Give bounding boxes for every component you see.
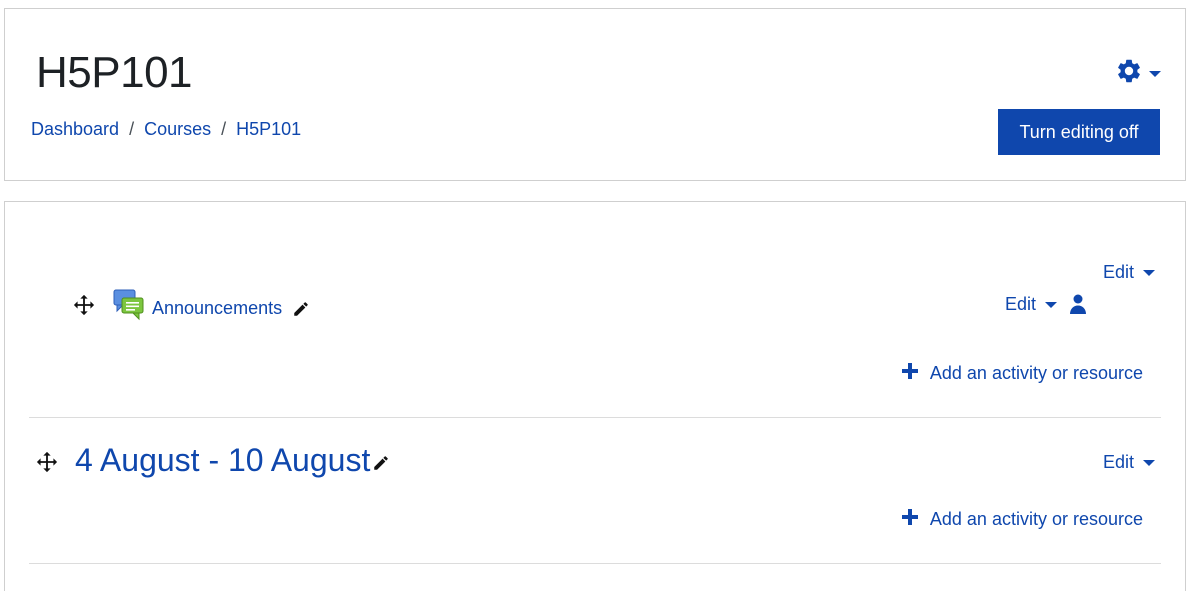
edit-label: Edit — [1102, 262, 1134, 282]
breadcrumb-separator: / — [221, 119, 227, 139]
add-activity-button[interactable]: Add an activity or resource — [901, 509, 1143, 530]
plus-icon — [901, 363, 918, 384]
pencil-icon[interactable] — [292, 300, 310, 323]
course-actions-menu[interactable] — [1115, 57, 1161, 90]
chevron-down-icon — [1143, 269, 1155, 276]
chevron-down-icon — [1045, 301, 1057, 308]
activity-edit-menu[interactable]: Edit — [1005, 294, 1057, 315]
pencil-icon[interactable] — [372, 454, 390, 477]
section-divider — [29, 417, 1161, 418]
add-activity-label: Add an activity or resource — [929, 363, 1143, 383]
chevron-down-icon — [1149, 70, 1161, 77]
user-icon[interactable] — [1069, 294, 1087, 319]
section-edit-menu[interactable]: Edit — [1103, 452, 1155, 473]
gear-icon — [1115, 57, 1143, 90]
section-edit-menu[interactable]: Edit — [1103, 262, 1155, 283]
add-activity-button[interactable]: Add an activity or resource — [901, 363, 1143, 384]
move-icon[interactable] — [73, 294, 95, 321]
breadcrumb: Dashboard / Courses / H5P101 — [31, 119, 301, 140]
add-activity-label: Add an activity or resource — [929, 509, 1143, 529]
edit-label: Edit — [1004, 294, 1036, 314]
chevron-down-icon — [1143, 459, 1155, 466]
move-icon[interactable] — [36, 451, 58, 478]
page-title: H5P101 — [36, 48, 193, 97]
section-title[interactable]: 4 August - 10 August — [75, 442, 370, 479]
plus-icon — [901, 509, 918, 530]
breadcrumb-courses[interactable]: Courses — [144, 119, 211, 140]
breadcrumb-course[interactable]: H5P101 — [236, 119, 301, 140]
forum-icon — [113, 289, 145, 326]
course-content: Edit Announcements Edit Add an activity … — [4, 201, 1186, 591]
activity-link-announcements[interactable]: Announcements — [152, 298, 282, 319]
section-divider — [29, 563, 1161, 564]
turn-editing-off-button[interactable]: Turn editing off — [998, 109, 1160, 155]
course-header: H5P101 Dashboard / Courses / H5P101 Turn… — [4, 8, 1186, 181]
edit-label: Edit — [1102, 452, 1134, 472]
breadcrumb-separator: / — [129, 119, 135, 139]
breadcrumb-dashboard[interactable]: Dashboard — [31, 119, 119, 140]
